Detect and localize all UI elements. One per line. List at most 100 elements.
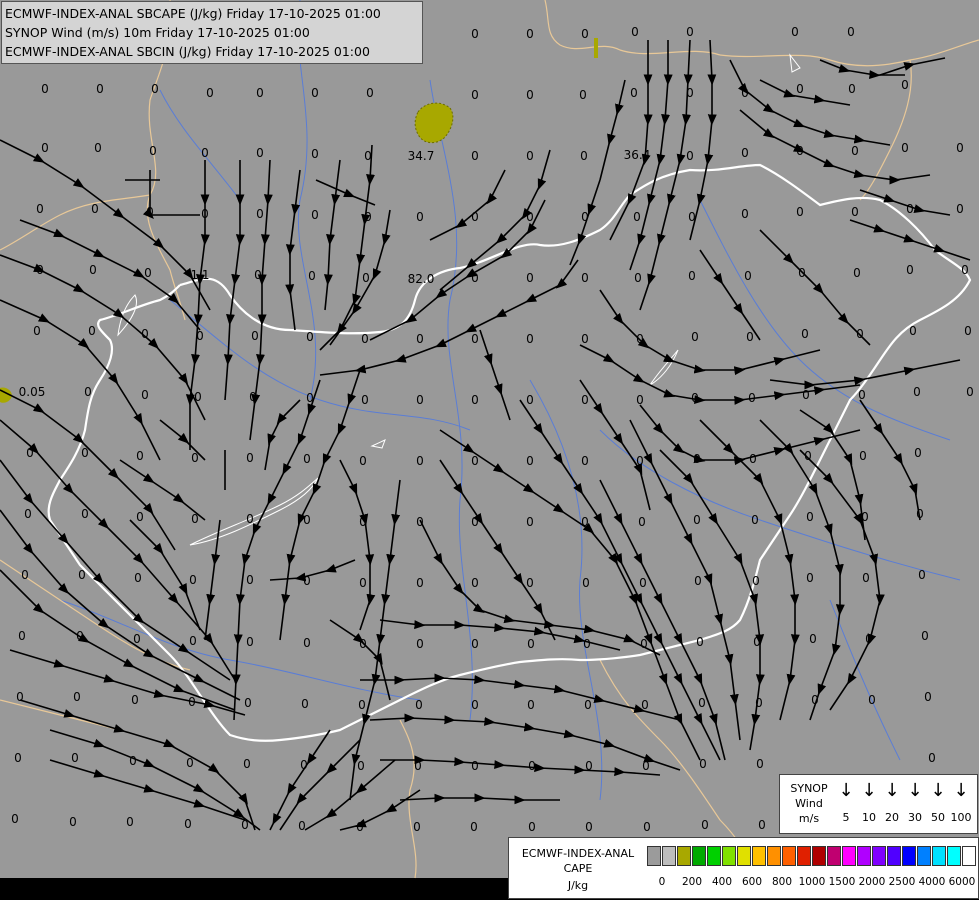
grid-value-label: 0 [526, 27, 534, 41]
cape-swatch [752, 846, 766, 866]
streamlines [0, 39, 971, 831]
grid-value-label: 0 [862, 571, 870, 585]
grid-value-label: 0 [416, 210, 424, 224]
grid-value-label: 0 [582, 576, 590, 590]
grid-value-label: 0 [966, 385, 974, 399]
grid-value-label: 0 [583, 637, 591, 651]
grid-value-label: 0 [741, 207, 749, 221]
grid-value-label: 0 [526, 88, 534, 102]
grid-value-label: 0 [526, 271, 534, 285]
grid-value-label: 0 [78, 568, 86, 582]
grid-value-label: 0 [471, 576, 479, 590]
cape-swatch [677, 846, 691, 866]
grid-value-label: 0 [696, 635, 704, 649]
grid-value-label: 0 [755, 696, 763, 710]
grid-value-label: 0 [585, 759, 593, 773]
grid-value-label: 0 [901, 78, 909, 92]
grid-value-label: 0 [746, 330, 754, 344]
grid-value-label: 0 [89, 263, 97, 277]
grid-value-label: 0 [638, 515, 646, 529]
grid-value-label: 0 [256, 207, 264, 221]
grid-value-label: 0 [686, 25, 694, 39]
grid-value-label: 0 [414, 759, 422, 773]
grid-value-label: 0 [26, 446, 34, 460]
grid-value-label: 0 [416, 515, 424, 529]
grid-value-label: 0 [526, 515, 534, 529]
grid-value-label: 0 [527, 637, 535, 651]
grid-value-label: 0 [526, 576, 534, 590]
country-borders [0, 0, 979, 879]
grid-value-label: 0 [364, 149, 372, 163]
cape-swatch [797, 846, 811, 866]
grid-value-label: 0 [76, 629, 84, 643]
grid-value-label: 0 [809, 632, 817, 646]
grid-value-label: 0 [806, 510, 814, 524]
grid-value-label: 0 [359, 637, 367, 651]
wind-arrow-down-icon: ↓ [930, 780, 946, 801]
grid-value-label: 0 [639, 576, 647, 590]
wind-arrow-down-icon: ↓ [838, 780, 854, 801]
grid-value-label: 0 [416, 454, 424, 468]
grid-value-label: 0 [14, 751, 22, 765]
grid-value-label: 0 [243, 757, 251, 771]
grid-value-label: 0 [741, 86, 749, 100]
grid-value-label: 0 [188, 695, 196, 709]
grid-value-label: 34.7 [408, 149, 435, 163]
grid-value-label: 0 [298, 819, 306, 833]
grid-value-label: 0 [741, 146, 749, 160]
synop-speed-label: 50 [931, 811, 945, 824]
grid-value-label: 0 [694, 574, 702, 588]
grid-value-label: 0 [81, 446, 89, 460]
grid-value-label: 0 [359, 576, 367, 590]
grid-value-label: 0 [246, 635, 254, 649]
grid-value-label: 0 [470, 820, 478, 834]
title-panel: ECMWF-INDEX-ANAL SBCAPE (J/kg) Friday 17… [1, 1, 423, 64]
grid-value-label: 0 [146, 205, 154, 219]
grid-value-label: 0 [471, 515, 479, 529]
grid-value-label: 0 [36, 202, 44, 216]
grid-value-label: 0 [189, 634, 197, 648]
grid-value-label: 0 [131, 693, 139, 707]
grid-value-label: 0 [928, 751, 936, 765]
grid-value-label: 0 [471, 454, 479, 468]
grid-value-label: 0 [758, 818, 766, 832]
grid-value-label: 0 [136, 510, 144, 524]
grid-value-label: 0 [33, 324, 41, 338]
cape-color-legend: ECMWF-INDEX-ANAL CAPE J/kg 0 200 400 600 800… [508, 837, 979, 899]
grid-value-label: 0 [471, 637, 479, 651]
grid-value-label: 0 [303, 513, 311, 527]
cape-swatch [857, 846, 871, 866]
grid-value-label: 0 [416, 332, 424, 346]
grid-value-label: 36.4 [624, 148, 651, 162]
wind-arrow-down-icon: ↓ [884, 780, 900, 801]
grid-value-label: 0 [633, 210, 641, 224]
cape-swatch [917, 846, 931, 866]
grid-value-label: 0 [811, 693, 819, 707]
title-line-wind: SYNOP Wind (m/s) 10m Friday 17-10-2025 0… [5, 25, 310, 40]
grid-value-label: 0 [246, 512, 254, 526]
grid-value-label: 0 [311, 208, 319, 222]
grid-value-label: 0 [636, 393, 644, 407]
grid-value-label: 0 [921, 629, 929, 643]
grid-value-label: 0 [693, 513, 701, 527]
grid-value-label: 0 [748, 391, 756, 405]
grid-value-label: 0 [801, 327, 809, 341]
grid-value-label: 0 [256, 86, 264, 100]
grid-value-label: 0 [848, 82, 856, 96]
grid-value-label: 0 [641, 698, 649, 712]
grid-value-label: 0 [416, 576, 424, 590]
grid-value-label: 0 [686, 149, 694, 163]
grid-value-label: 0 [306, 391, 314, 405]
grid-value-label: 0 [471, 759, 479, 773]
grid-value-label: 0 [361, 393, 369, 407]
grid-value-label: 0 [16, 690, 24, 704]
grid-value-label: 0 [858, 388, 866, 402]
grid-value-label: 0 [471, 393, 479, 407]
synop-speed-label: 20 [885, 811, 899, 824]
grid-value-label: 0 [301, 697, 309, 711]
grid-value-label: 0 [856, 327, 864, 341]
grid-value-label: 82.0 [408, 272, 435, 286]
cape-swatch [962, 846, 976, 866]
cape-swatch [737, 846, 751, 866]
grid-value-label: 0 [201, 207, 209, 221]
